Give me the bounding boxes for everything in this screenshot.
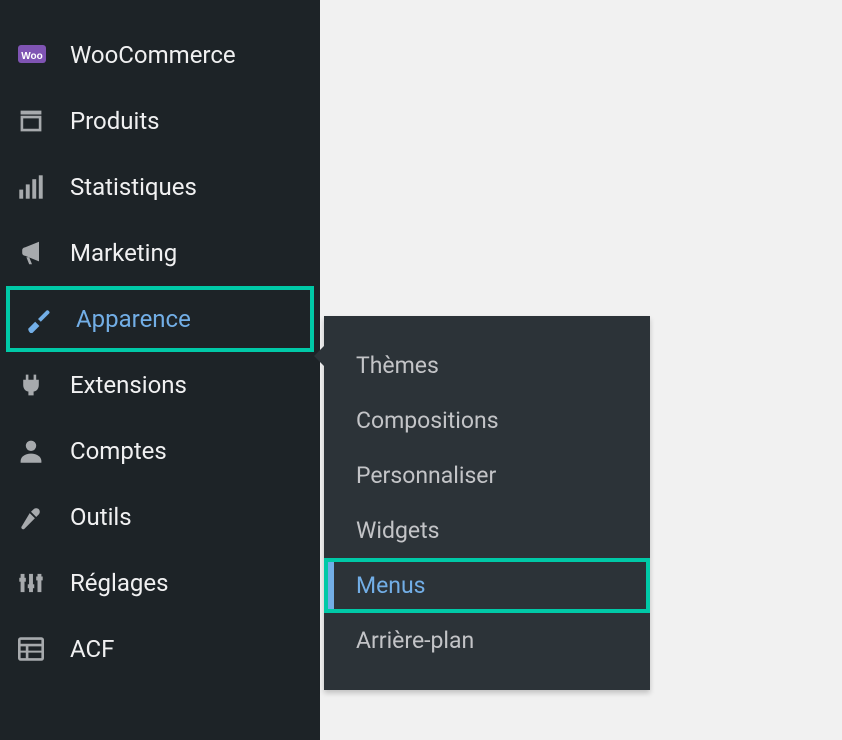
submenu-item-label: Personnaliser — [356, 462, 496, 489]
tools-icon — [18, 502, 58, 532]
sidebar-item-label: Outils — [70, 503, 132, 531]
sidebar-item-tools[interactable]: Outils — [0, 484, 320, 550]
submenu-item-compositions[interactable]: Compositions — [324, 393, 650, 448]
acf-icon — [18, 634, 58, 664]
sidebar-item-label: Comptes — [70, 437, 167, 465]
submenu-item-label: Compositions — [356, 407, 499, 434]
sidebar-item-extensions[interactable]: Extensions — [0, 352, 320, 418]
sidebar-item-marketing[interactable]: Marketing — [0, 220, 320, 286]
sidebar-item-appearance[interactable]: Apparence — [6, 286, 314, 352]
woocommerce-icon: Woo — [18, 40, 58, 70]
sidebar-item-label: Produits — [70, 107, 160, 135]
appearance-submenu: Thèmes Compositions Personnaliser Widget… — [324, 316, 650, 690]
submenu-item-widgets[interactable]: Widgets — [324, 503, 650, 558]
submenu-item-label: Thèmes — [356, 352, 439, 379]
sidebar-item-label: WooCommerce — [70, 41, 236, 69]
statistics-icon — [18, 172, 58, 202]
submenu-item-themes[interactable]: Thèmes — [324, 338, 650, 393]
submenu-item-label: Widgets — [356, 517, 439, 544]
sidebar-item-acf[interactable]: ACF — [0, 616, 320, 682]
products-icon — [18, 106, 58, 136]
marketing-icon — [18, 238, 58, 268]
submenu-item-menus[interactable]: Menus — [324, 558, 650, 613]
submenu-item-label: Menus — [356, 572, 426, 599]
sidebar-item-label: Réglages — [70, 569, 168, 597]
submenu-item-background[interactable]: Arrière-plan — [324, 613, 650, 668]
submenu-arrow-icon — [314, 346, 324, 366]
sidebar-item-statistics[interactable]: Statistiques — [0, 154, 320, 220]
admin-sidebar: Woo WooCommerce Produits Statistiques Ma… — [0, 0, 320, 740]
sidebar-item-settings[interactable]: Réglages — [0, 550, 320, 616]
sidebar-item-label: Extensions — [70, 371, 187, 399]
settings-icon — [18, 568, 58, 598]
sidebar-item-products[interactable]: Produits — [0, 88, 320, 154]
submenu-item-customize[interactable]: Personnaliser — [324, 448, 650, 503]
sidebar-item-woocommerce[interactable]: Woo WooCommerce — [0, 22, 320, 88]
sidebar-item-label: Apparence — [76, 305, 191, 333]
sidebar-item-label: Marketing — [70, 239, 177, 267]
sidebar-item-users[interactable]: Comptes — [0, 418, 320, 484]
users-icon — [18, 436, 58, 466]
appearance-icon — [24, 304, 64, 334]
svg-text:Woo: Woo — [21, 51, 42, 62]
sidebar-item-label: Statistiques — [70, 173, 197, 201]
submenu-item-label: Arrière-plan — [356, 627, 474, 654]
sidebar-item-label: ACF — [70, 635, 114, 663]
plugins-icon — [18, 370, 58, 400]
